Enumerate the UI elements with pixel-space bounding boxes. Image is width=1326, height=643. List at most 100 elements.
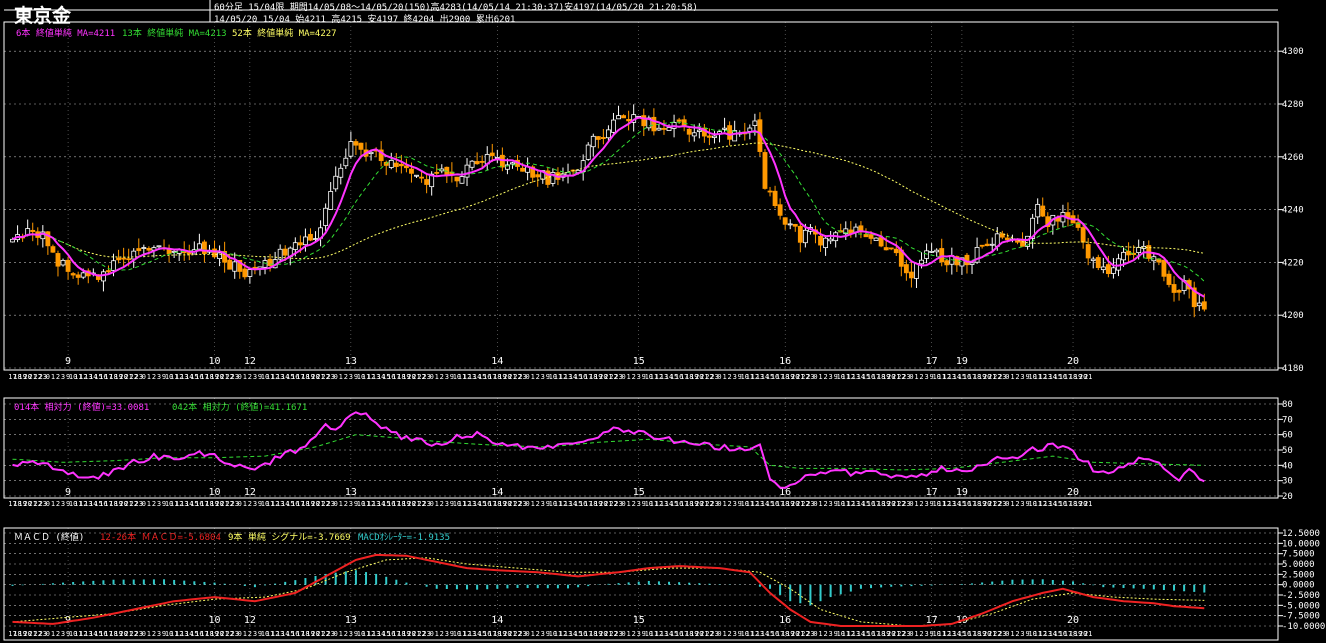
- time-label: 0: [909, 373, 913, 381]
- time-label-macd: 0: [334, 630, 338, 638]
- candle-body: [600, 137, 606, 139]
- candle-body: [398, 163, 404, 167]
- rsi-tick-label: 40: [1282, 461, 1293, 471]
- candle-body: [666, 127, 672, 132]
- time-label: 3: [157, 373, 161, 381]
- day-label-rsi: 19: [956, 487, 968, 498]
- time-label-macd: 0: [526, 630, 530, 638]
- candle-body: [474, 161, 480, 165]
- candle-body: [1121, 251, 1126, 261]
- candle-body: [888, 247, 894, 250]
- time-label-rsi: 3: [445, 500, 449, 508]
- day-label-rsi: 15: [633, 487, 645, 498]
- candle-body: [914, 263, 919, 279]
- time-label-macd: 2: [344, 630, 348, 638]
- candle-body: [969, 262, 975, 265]
- time-label: 3: [349, 373, 353, 381]
- candle-body: [227, 259, 233, 270]
- time-label: 2: [728, 373, 732, 381]
- candle-body: [590, 135, 596, 148]
- time-label: 1: [435, 373, 439, 381]
- ma6-line: [12, 116, 1205, 298]
- time-label-macd: 2: [440, 630, 444, 638]
- time-label: 2: [152, 373, 156, 381]
- candle-body: [641, 115, 647, 127]
- time-label-macd: 2: [56, 630, 60, 638]
- macd-tick-label: 12.5000: [1282, 529, 1320, 539]
- time-label: 2: [56, 373, 60, 381]
- time-label-macd: 0: [142, 630, 146, 638]
- day-label-macd: 15: [633, 615, 645, 626]
- candle-body: [60, 259, 66, 266]
- time-label-macd: 1: [147, 630, 151, 638]
- time-label-macd: 0: [813, 630, 817, 638]
- time-label-rsi: 0: [1005, 500, 1009, 508]
- candle-body: [661, 128, 667, 130]
- time-label-rsi: 1: [722, 500, 726, 508]
- candle-body: [404, 165, 409, 169]
- candle-body: [797, 225, 803, 243]
- time-label-macd: 1: [1010, 630, 1014, 638]
- time-label-rsi: 0: [430, 500, 434, 508]
- candle-body: [131, 250, 137, 260]
- candle-body: [156, 245, 162, 248]
- candle-body: [802, 229, 808, 244]
- day-label-macd: 16: [779, 615, 791, 626]
- time-label-rsi: 2: [919, 500, 923, 508]
- macd-tick-label: 5.0000: [1282, 560, 1315, 570]
- candle-body: [30, 229, 36, 232]
- candle-body: [459, 176, 465, 184]
- candle-body: [1090, 258, 1096, 262]
- time-label-macd: 2: [248, 630, 252, 638]
- candle-body: [479, 161, 485, 163]
- price-panel-frame: [3, 21, 1279, 371]
- time-label-macd: 3: [829, 630, 833, 638]
- candle-body: [464, 164, 470, 178]
- rsi-tick-label: 70: [1282, 415, 1293, 425]
- candle-body: [1161, 259, 1167, 277]
- candle-body: [989, 243, 995, 246]
- candle-body: [146, 248, 152, 251]
- candle-body: [651, 116, 657, 132]
- candle-body: [55, 253, 61, 267]
- candle-body: [828, 238, 834, 242]
- candle-body: [1040, 205, 1046, 217]
- candle-body: [767, 190, 773, 193]
- time-label: 1: [51, 373, 55, 381]
- candle-body: [409, 168, 414, 174]
- candle-body: [1171, 284, 1177, 293]
- time-label: 0: [430, 373, 434, 381]
- candle-body: [909, 271, 914, 279]
- candle-body: [247, 269, 253, 277]
- candle-body: [106, 270, 111, 273]
- time-label: 0: [238, 373, 242, 381]
- day-label-macd: 14: [491, 615, 503, 626]
- candle-body: [782, 217, 788, 225]
- macd-tick-label: 0.0000: [1282, 581, 1315, 591]
- time-label-macd: 3: [1020, 630, 1024, 638]
- day-label-rsi: 20: [1067, 487, 1079, 498]
- time-label-macd: 1: [914, 630, 918, 638]
- candle-body: [80, 272, 86, 278]
- candle-body: [520, 167, 525, 172]
- time-label-macd: 3: [157, 630, 161, 638]
- time-label-macd: 1: [243, 630, 247, 638]
- candle-body: [50, 246, 56, 253]
- candle-body: [166, 249, 172, 255]
- macd-tick-label: 10.0000: [1282, 539, 1320, 549]
- time-label-rsi: 2: [344, 500, 348, 508]
- time-label: 3: [829, 373, 833, 381]
- time-label: 0: [46, 373, 50, 381]
- candle-body: [196, 243, 202, 250]
- time-label-rsi: 3: [61, 500, 65, 508]
- time-label-rsi: 0: [909, 500, 913, 508]
- time-label-rsi: 1: [914, 500, 918, 508]
- candle-body: [489, 152, 495, 156]
- time-label-rsi: 3: [349, 500, 353, 508]
- time-label-macd: 2: [632, 630, 636, 638]
- candle-body: [762, 152, 768, 189]
- day-label-macd: 10: [209, 615, 221, 626]
- time-label-rsi: 0: [46, 500, 50, 508]
- time-label-rsi: 3: [157, 500, 161, 508]
- candle-body: [893, 248, 899, 254]
